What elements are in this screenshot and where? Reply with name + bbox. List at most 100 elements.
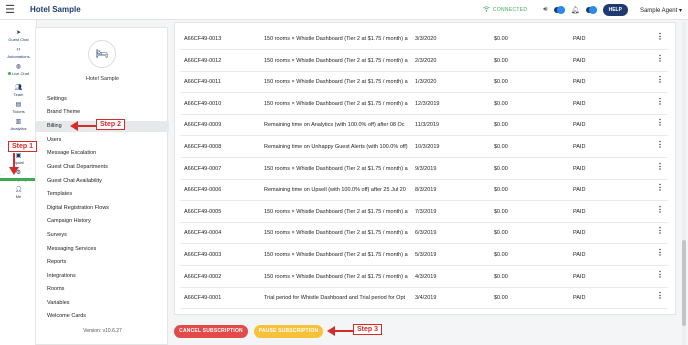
invoice-date: 3/4/2019: [415, 295, 437, 302]
table-row: A66CF49-0011 150 rooms × Whistle Dashboar…: [180, 72, 668, 94]
table-row: A66CF49-0005 150 rooms × Whistle Dashboar…: [180, 202, 668, 223]
invoice-id: A66CF49-0007: [184, 165, 222, 172]
menu-item-integrations[interactable]: Integrations: [36, 271, 169, 282]
rail-item-team[interactable]: 👥︎ Team: [0, 85, 37, 97]
row-more-icon[interactable]: ⋮: [656, 119, 664, 127]
step-2-arrow: [70, 121, 96, 131]
row-more-icon[interactable]: ⋮: [656, 97, 664, 106]
connection-status: CONNECTED: [483, 6, 527, 14]
ticket-icon: ▤: [15, 102, 22, 108]
invoice-status: PAID: [573, 57, 586, 64]
menu-item-messaging-services[interactable]: Messaging Services: [36, 244, 169, 255]
rail-item-label: Guest Chat: [8, 37, 29, 42]
person-icon: 👤︎: [14, 187, 23, 193]
invoice-status: PAID: [573, 36, 586, 42]
notifications-toggle[interactable]: [585, 6, 597, 14]
invoice-amount: $0.00: [494, 36, 508, 42]
table-row: A66CF49-0001 Trial period for Whistle Das…: [180, 288, 668, 310]
rail-item-analytics[interactable]: ▥ Analytics: [0, 119, 37, 131]
step-1-callout: Step 1: [8, 141, 38, 152]
page-scrollbar[interactable]: [682, 22, 686, 345]
invoice-description: 150 rooms × Whistle Dashboard (Tier 2 at…: [264, 252, 408, 258]
invoice-id: A66CF49-0008: [184, 144, 222, 150]
menu-item-rooms[interactable]: Rooms: [36, 284, 169, 295]
invoice-status: PAID: [573, 100, 586, 107]
chart-icon: ▥: [15, 119, 22, 125]
invoice-id: A66CF49-0012: [184, 57, 222, 64]
invoice-description: 150 rooms × Whistle Dashboard (Tier 2 at…: [264, 165, 408, 172]
rail-item-live-chat[interactable]: ◍ Live Chat: [0, 64, 37, 76]
menu-item-users[interactable]: Users: [36, 135, 169, 146]
invoice-date: 10/3/2019: [415, 144, 440, 150]
invoice-status: PAID: [573, 208, 586, 215]
invoice-amount: $0.00: [494, 144, 508, 150]
scrollbar-thumb[interactable]: [682, 240, 686, 326]
pause-subscription-button[interactable]: PAUSE SUBSCRIPTION: [254, 325, 323, 338]
menu-item-guest-chat-availability[interactable]: Guest Chat Availability: [36, 176, 169, 187]
agent-menu[interactable]: Sample Agent ▾: [640, 7, 682, 14]
top-bar-actions: CONNECTED 🔊︎ 🔔︎ HELP Sample Agent ▾: [483, 0, 682, 20]
step-3-callout: Step 3: [353, 324, 383, 335]
invoice-id: A66CF49-0010: [184, 100, 222, 107]
menu-item-templates[interactable]: Templates: [36, 189, 169, 200]
menu-item-reports[interactable]: Reports: [36, 257, 169, 268]
row-more-icon[interactable]: ⋮: [656, 184, 664, 192]
invoice-id: A66CF49-0005: [184, 208, 222, 215]
rail-item-automations[interactable]: ‹› Automations: [0, 47, 37, 59]
volume-icon[interactable]: 🔊︎: [543, 6, 547, 14]
table-row: A66CF49-0008 Remaining time on Unhappy Gu…: [180, 137, 668, 158]
invoice-description: 150 rooms × Whistle Dashboard (Tier 2 at…: [264, 208, 408, 215]
table-row: A66CF49-0004 150 rooms × Whistle Dashboar…: [180, 223, 668, 245]
invoice-date: 11/3/2019: [415, 122, 440, 129]
invoice-status: PAID: [573, 122, 586, 129]
menu-item-welcome-cards[interactable]: Welcome Cards: [36, 311, 169, 322]
menu-item-guest-chat-departments[interactable]: Guest Chat Departments: [36, 162, 169, 173]
table-row: A66CF49-0003 150 rooms × Whistle Dashboar…: [180, 245, 668, 266]
bell-icon[interactable]: 🔔︎: [571, 6, 580, 14]
hotel-name: Hotel Sample: [85, 76, 120, 82]
invoice-date: 9/3/2019: [415, 165, 437, 172]
row-more-icon[interactable]: ⋮: [656, 249, 664, 257]
cancel-subscription-button[interactable]: CANCEL SUBSCRIPTION: [174, 325, 248, 338]
invoice-id: A66CF49-0001: [184, 295, 222, 302]
menu-item-surveys[interactable]: Surveys: [36, 230, 169, 241]
invoice-status: PAID: [573, 144, 586, 150]
invoice-description: 150 rooms × Whistle Dashboard (Tier 2 at…: [264, 100, 408, 107]
row-more-icon[interactable]: ⋮: [656, 227, 664, 235]
rail-item-tickets[interactable]: ▤ Tickets: [0, 102, 37, 114]
rail-item-label: Team: [13, 92, 24, 97]
menu-item-settings[interactable]: Settings: [36, 94, 169, 105]
invoice-date: 1/3/2020: [415, 79, 437, 86]
row-more-icon[interactable]: ⋮: [656, 292, 664, 300]
row-more-icon[interactable]: ⋮: [656, 54, 664, 63]
invoice-description: Remaining time on Upsell (with 100.0% of…: [264, 187, 406, 194]
row-more-icon[interactable]: ⋮: [656, 76, 664, 84]
wifi-icon: [483, 6, 490, 14]
invoice-id: A66CF49-0002: [184, 273, 222, 280]
step-3-arrow: [327, 326, 353, 336]
row-more-icon[interactable]: ⋮: [656, 270, 664, 279]
invoice-amount: $0.00: [494, 79, 508, 86]
rail-item-label: Tickets: [12, 109, 25, 114]
invoice-amount: $0.00: [494, 230, 508, 237]
sound-toggle[interactable]: [553, 6, 565, 14]
row-more-icon[interactable]: ⋮: [656, 141, 664, 149]
table-row: A66CF49-0006 Remaining time on Upsell (wi…: [180, 180, 668, 202]
menu-item-campaign-history[interactable]: Campaign History: [36, 216, 169, 227]
menu-item-digital-registration-flows[interactable]: Digital Registration Flows: [36, 203, 169, 214]
row-more-icon[interactable]: ⋮: [656, 205, 664, 214]
invoice-status: PAID: [573, 79, 586, 86]
globe-icon: ◍: [15, 64, 22, 70]
row-more-icon[interactable]: ⋮: [656, 162, 664, 171]
row-more-icon[interactable]: ⋮: [656, 33, 664, 41]
menu-item-variables[interactable]: Variables: [36, 298, 169, 309]
menu-item-message-escalation[interactable]: Message Escalation: [36, 148, 169, 159]
chevron-down-icon: ▾: [678, 7, 682, 14]
rail-item-me[interactable]: 👤︎ Me: [0, 187, 37, 199]
menu-item-brand-theme[interactable]: Brand Theme: [36, 107, 169, 118]
users-icon: 👥︎: [14, 85, 23, 91]
hamburger-menu-icon[interactable]: ☰: [0, 0, 20, 20]
help-button[interactable]: HELP: [602, 4, 628, 16]
rail-item-guest-chat[interactable]: ➤ Guest Chat: [0, 30, 37, 42]
step-1-arrow: [9, 153, 19, 175]
